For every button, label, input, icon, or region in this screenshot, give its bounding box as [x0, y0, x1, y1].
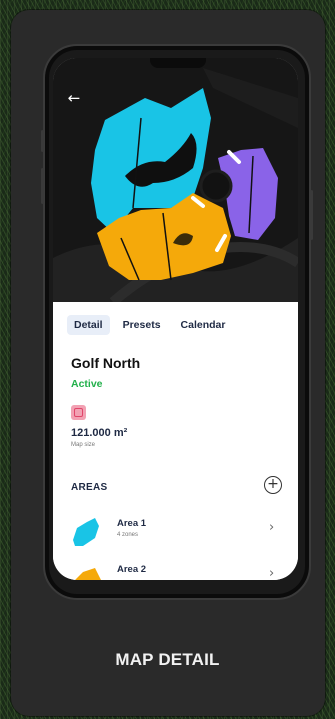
map-title: Golf North — [71, 355, 141, 371]
phone-notch — [150, 58, 206, 68]
map-size-icon — [71, 405, 86, 420]
back-button[interactable]: ← — [64, 88, 84, 108]
area-list-item[interactable]: Area 1 4 zones › — [53, 512, 298, 556]
chevron-right-icon: › — [269, 520, 275, 535]
phone-side-button — [41, 130, 44, 152]
add-area-button[interactable]: + — [264, 476, 282, 494]
detail-sheet: Detail Presets Calendar Golf North Activ… — [53, 302, 298, 580]
tab-bar: Detail Presets Calendar — [67, 315, 232, 335]
area-zones: 4 zones — [117, 532, 139, 538]
area-thumbnail — [73, 518, 99, 546]
phone-side-button — [41, 168, 44, 204]
map-view[interactable]: ← — [53, 58, 298, 306]
areas-heading: AREAS — [71, 482, 108, 493]
map-size-value: 121.000 m² — [71, 427, 128, 439]
plus-circle-icon: + — [267, 476, 279, 492]
tab-calendar[interactable]: Calendar — [174, 315, 233, 335]
area-list-item[interactable]: Area 2 › — [53, 558, 298, 580]
tab-presets[interactable]: Presets — [116, 315, 168, 335]
map-size-label: Map size — [71, 442, 96, 448]
area-name: Area 2 — [117, 564, 147, 575]
screen-caption: MAP DETAIL — [115, 650, 220, 669]
tab-detail[interactable]: Detail — [67, 315, 110, 335]
phone-side-button — [310, 190, 313, 240]
map-canvas — [53, 58, 298, 306]
arrow-left-icon: ← — [67, 89, 81, 107]
status-badge: Active — [71, 378, 103, 390]
area-thumbnail — [75, 568, 101, 580]
chevron-right-icon: › — [269, 566, 275, 580]
app-screen: ← Detail Presets Calendar Golf North Act… — [53, 58, 298, 580]
area-name: Area 1 — [117, 518, 147, 529]
